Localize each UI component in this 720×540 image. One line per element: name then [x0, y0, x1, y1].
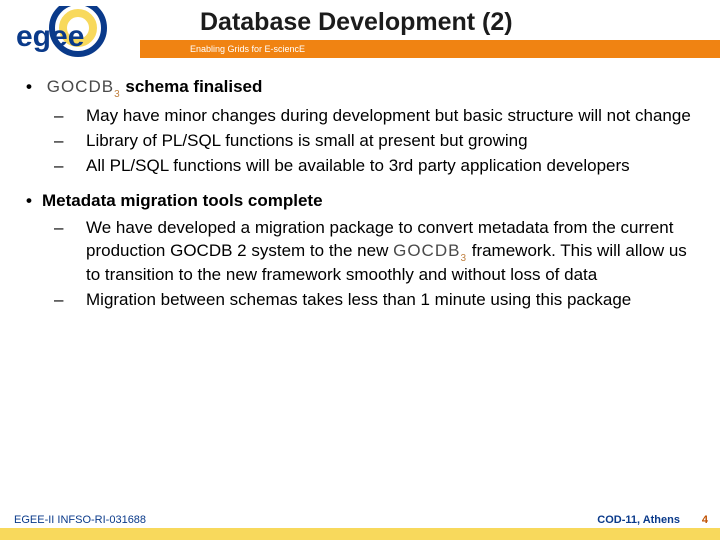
- sub-bullet: –Migration between schemas takes less th…: [70, 289, 696, 312]
- yellow-bar: [0, 528, 720, 540]
- slide-footer: EGEE-II INFSO-RI-031688 COD-11, Athens 4: [0, 510, 720, 540]
- slide-body: • GOCDB3 schema finalised –May have mino…: [0, 64, 720, 312]
- sub-bullet: –May have minor changes during developme…: [70, 105, 696, 128]
- sub-bullet: –We have developed a migration package t…: [70, 217, 696, 288]
- bullet-1: • GOCDB3 schema finalised: [26, 76, 696, 101]
- gocdb-label: GOCDB3: [393, 241, 467, 260]
- slide-subtitle: Enabling Grids for E-sciencE: [140, 40, 720, 58]
- sub-bullet: –Library of PL/SQL functions is small at…: [70, 130, 696, 153]
- sub-bullet: –All PL/SQL functions will be available …: [70, 155, 696, 178]
- page-number: 4: [702, 514, 708, 526]
- orange-bar: Enabling Grids for E-sciencE: [140, 40, 720, 58]
- bullet-2: •Metadata migration tools complete: [26, 190, 696, 213]
- footer-right: COD-11, Athens: [597, 514, 680, 526]
- logo-text: egee: [16, 20, 84, 53]
- gocdb-label: GOCDB3: [47, 77, 121, 96]
- slide-title: Database Development (2): [200, 8, 513, 37]
- slide-header: egee Database Development (2) Enabling G…: [0, 0, 720, 64]
- footer-left: EGEE-II INFSO-RI-031688: [14, 514, 146, 526]
